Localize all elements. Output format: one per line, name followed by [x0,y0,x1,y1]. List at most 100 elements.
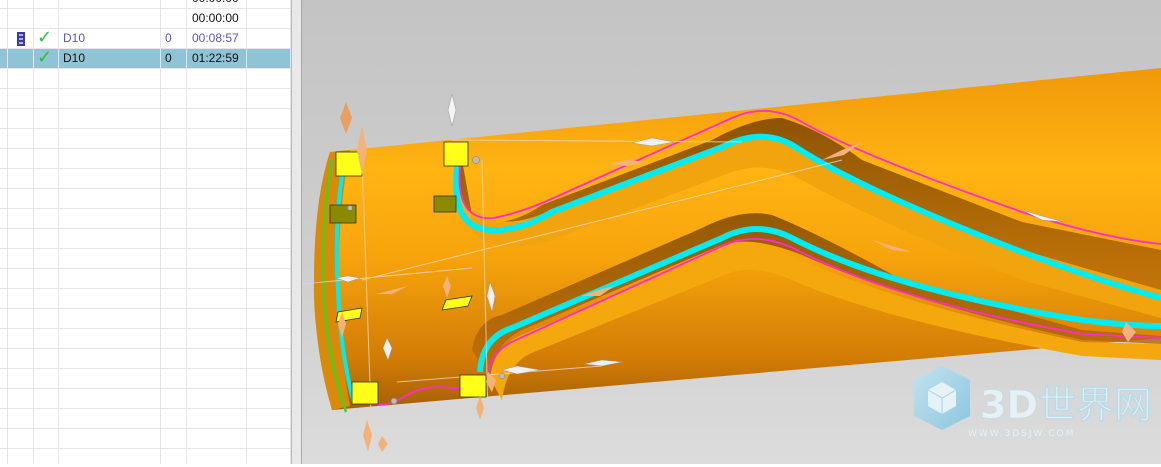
check-cell [34,329,59,349]
extra-cell [247,129,291,149]
row-marker [0,429,8,449]
tool-cell: D10 [59,29,161,49]
table-row[interactable] [0,309,291,329]
table-row[interactable] [0,269,291,289]
row-marker [0,169,8,189]
table-row[interactable] [0,229,291,249]
status-icon-cell [8,9,34,29]
extra-cell [247,309,291,329]
time-cell [187,429,247,449]
status-icon-cell [8,249,34,269]
extra-cell [247,429,291,449]
status-icon-cell [8,389,34,409]
row-marker [0,449,8,464]
table-row[interactable] [0,209,291,229]
check-cell [34,129,59,149]
row-marker [0,369,8,389]
number-cell [161,349,187,369]
number-cell [161,89,187,109]
table-row[interactable] [0,149,291,169]
table-row[interactable] [0,169,291,189]
tool-cell [59,149,161,169]
row-marker [0,329,8,349]
time-cell [187,289,247,309]
check-cell [34,249,59,269]
table-row[interactable] [0,409,291,429]
table-row[interactable] [0,289,291,309]
table-row[interactable]: ✓ D10 0 01:22:59 [0,49,291,69]
tool-cell [59,249,161,269]
row-marker [0,0,8,9]
number-cell [161,129,187,149]
table-row[interactable] [0,449,291,464]
row-marker [0,309,8,329]
table-row[interactable] [0,329,291,349]
time-cell [187,169,247,189]
check-cell [34,289,59,309]
status-icon-cell [8,369,34,389]
number-cell: 0 [161,49,187,69]
time-cell [187,409,247,429]
check-cell [34,149,59,169]
status-icon-cell [8,449,34,464]
extra-cell [247,389,291,409]
extra-cell [247,229,291,249]
time-cell [187,389,247,409]
status-icon-cell [8,149,34,169]
extra-cell [247,249,291,269]
tool-cell [59,409,161,429]
row-marker [0,109,8,129]
status-icon-cell [8,289,34,309]
status-icon-cell [8,429,34,449]
watermark-brand: 3D世界网 [980,383,1152,427]
check-cell: ✓ [34,29,59,49]
number-cell [161,269,187,289]
status-icon-cell [8,169,34,189]
row-marker [0,289,8,309]
tool-cell [59,369,161,389]
time-cell [187,149,247,169]
check-cell [34,209,59,229]
table-row[interactable] [0,69,291,89]
tool-cell [59,169,161,189]
check-cell [34,369,59,389]
extra-cell [247,329,291,349]
table-row[interactable] [0,389,291,409]
row-marker [0,389,8,409]
table-row[interactable]: 00:00:00 [0,0,291,9]
table-row[interactable] [0,249,291,269]
row-marker [0,29,8,49]
3d-scene[interactable]: 3D世界网 WWW.3DSJW.COM [301,0,1161,464]
time-cell [187,449,247,464]
extra-cell [247,189,291,209]
table-row[interactable]: 00:00:00 [0,9,291,29]
tool-cell [59,129,161,149]
time-cell [187,249,247,269]
table-row[interactable] [0,349,291,369]
row-marker [0,269,8,289]
tool-cell [59,349,161,369]
3d-viewport[interactable]: 3D世界网 WWW.3DSJW.COM [301,0,1161,464]
table-row[interactable] [0,189,291,209]
tool-cell [59,289,161,309]
extra-cell [247,449,291,464]
time-cell [187,229,247,249]
status-icon-cell [8,349,34,369]
extra-cell [247,109,291,129]
tool-path-icon [17,32,25,46]
extra-cell [247,289,291,309]
number-cell [161,169,187,189]
table-row[interactable] [0,89,291,109]
number-cell [161,69,187,89]
number-cell [161,389,187,409]
row-marker [0,9,8,29]
extra-cell [247,49,291,69]
check-cell: ✓ [34,49,59,69]
table-row[interactable] [0,369,291,389]
table-row[interactable] [0,429,291,449]
table-row[interactable]: ✓ D10 0 00:08:57 [0,29,291,49]
table-row[interactable] [0,109,291,129]
number-cell [161,0,187,9]
table-row[interactable] [0,129,291,149]
extra-cell [247,409,291,429]
